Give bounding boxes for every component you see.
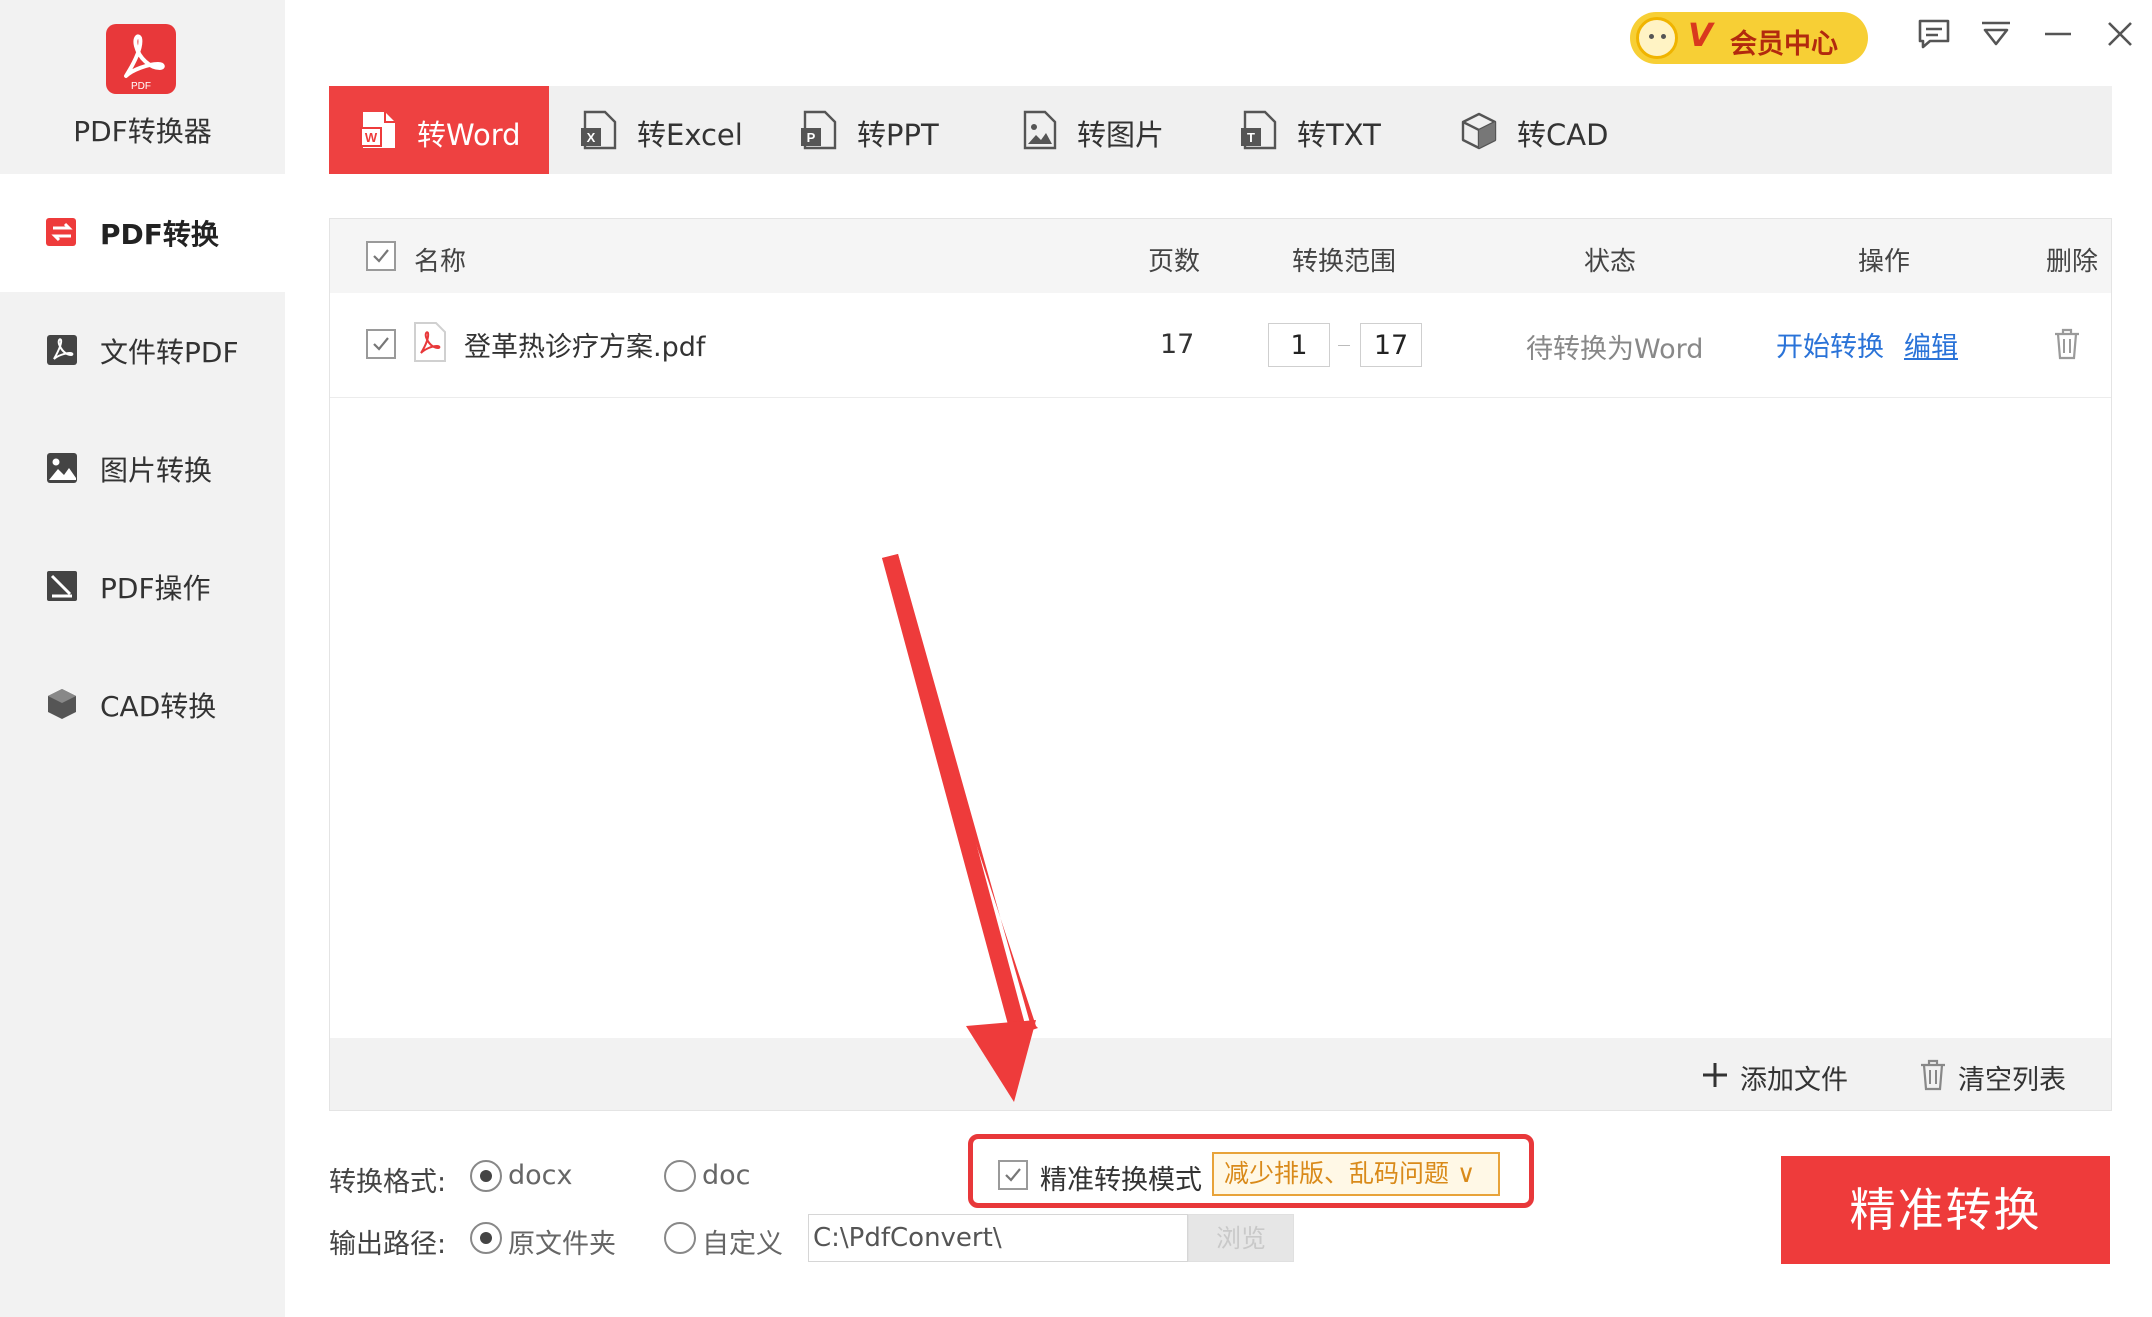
message-icon[interactable] (1914, 14, 1954, 54)
header-delete: 删除 (2046, 247, 2099, 277)
menu-icon[interactable] (1976, 14, 2016, 54)
header-name: 名称 (414, 247, 467, 277)
vip-letter: V (1688, 16, 1713, 54)
tab-to-excel[interactable]: X 转Excel (549, 86, 769, 174)
sidebar-item-cad-convert[interactable]: CAD转换 (0, 646, 285, 764)
select-all-checkbox[interactable] (366, 241, 396, 271)
svg-text:P: P (807, 130, 816, 145)
svg-text:X: X (587, 130, 596, 145)
convert-icon (46, 218, 76, 246)
ppt-icon: P (801, 110, 837, 150)
clear-list-label: 清空列表 (1958, 1065, 2066, 1096)
minimize-icon[interactable] (2038, 14, 2078, 54)
sidebar-item-label: PDF操作 (100, 572, 211, 605)
cad-icon (1461, 112, 1497, 150)
close-icon[interactable] (2100, 14, 2140, 54)
cube-icon (48, 689, 76, 719)
file-panel-footer: 添加文件 清空列表 (330, 1038, 2111, 1110)
image-icon (47, 453, 77, 483)
tab-label: 转图片 (1077, 118, 1165, 152)
sidebar-item-pdf-convert[interactable]: PDF转换 (0, 174, 285, 292)
trash-icon[interactable] (2052, 327, 2082, 361)
precise-mode-dropdown[interactable]: 减少排版、乱码问题 ∨ (1212, 1152, 1500, 1196)
sidebar-item-label: 文件转PDF (100, 336, 239, 369)
word-icon: W (360, 112, 395, 148)
table-row: 登革热诊疗方案.pdf 17 1 17 待转换为Word 开始转换 编辑 (330, 293, 2111, 398)
row-checkbox[interactable] (366, 329, 396, 359)
range-separator (1338, 345, 1350, 346)
pdf-icon (47, 335, 77, 365)
output-path-label: 输出路径: (329, 1229, 447, 1260)
output-source-folder-radio[interactable] (470, 1222, 502, 1254)
tab-label: 转Word (417, 118, 521, 152)
image-icon (1023, 110, 1057, 150)
tab-label: 转PPT (857, 118, 939, 152)
trash-icon (1921, 1059, 1945, 1091)
file-name: 登革热诊疗方案.pdf (464, 332, 706, 363)
file-pages: 17 (1160, 329, 1195, 360)
format-doc-label[interactable]: doc (702, 1160, 751, 1191)
edit-icon (47, 571, 77, 601)
browse-button[interactable]: 浏览 (1188, 1214, 1294, 1262)
range-from-input[interactable]: 1 (1268, 323, 1330, 367)
checkmark-icon (373, 337, 389, 351)
sidebar: PDF PDF转换器 PDF转换 文件转PDF 图片转换 PDF操作 CAD转换 (0, 0, 285, 1317)
output-custom-radio[interactable] (664, 1222, 696, 1254)
vip-avatar-icon (1636, 17, 1678, 59)
conversion-tab-bar: W 转Word X 转Excel P 转PPT 转图片 T 转TXT 转CAD (329, 86, 2112, 174)
format-doc-radio[interactable] (664, 1160, 696, 1192)
tab-to-ppt[interactable]: P 转PPT (769, 86, 989, 174)
start-convert-link[interactable]: 开始转换 (1776, 325, 1884, 364)
sidebar-item-label: CAD转换 (100, 690, 217, 723)
tab-to-cad[interactable]: 转CAD (1429, 86, 1649, 174)
output-path-input[interactable]: C:\PdfConvert\ (808, 1214, 1188, 1262)
app-name: PDF转换器 (73, 115, 212, 148)
add-file-button[interactable]: 添加文件 (1700, 1038, 1880, 1110)
tab-label: 转CAD (1517, 118, 1609, 152)
header-action: 操作 (1858, 247, 1911, 277)
precise-mode-label[interactable]: 精准转换模式 (1040, 1158, 1202, 1197)
clear-list-button[interactable]: 清空列表 (1918, 1038, 2098, 1110)
tab-label: 转TXT (1297, 118, 1381, 152)
file-list-panel: 名称 页数 转换范围 状态 操作 删除 登革热诊疗方案.pdf 17 1 17 … (329, 218, 2112, 1111)
tab-to-word[interactable]: W 转Word (329, 86, 549, 174)
svg-text:T: T (1247, 130, 1255, 145)
format-docx-label[interactable]: docx (508, 1160, 572, 1191)
edit-link[interactable]: 编辑 (1904, 325, 1958, 364)
precise-mode-checkbox[interactable] (998, 1160, 1028, 1190)
format-label: 转换格式: (329, 1167, 447, 1198)
sidebar-item-label: 图片转换 (100, 454, 213, 487)
output-source-folder-label[interactable]: 原文件夹 (508, 1222, 616, 1261)
file-status: 待转换为Word (1526, 334, 1704, 365)
sidebar-item-file-to-pdf[interactable]: 文件转PDF (0, 292, 285, 410)
tab-to-image[interactable]: 转图片 (989, 86, 1209, 174)
svg-text:PDF: PDF (131, 81, 151, 92)
plus-icon (1703, 1063, 1727, 1087)
precise-convert-button[interactable]: 精准转换 (1781, 1156, 2110, 1264)
format-docx-radio[interactable] (470, 1160, 502, 1192)
header-pages: 页数 (1148, 247, 1201, 277)
svg-text:W: W (365, 130, 378, 145)
table-header: 名称 页数 转换范围 状态 操作 删除 (330, 219, 2111, 293)
sidebar-item-label: PDF转换 (100, 218, 219, 251)
header-status: 状态 (1584, 247, 1637, 277)
add-file-label: 添加文件 (1740, 1065, 1848, 1096)
annotation-arrow (882, 554, 1038, 1102)
vip-center-button[interactable]: V 会员中心 (1630, 12, 1868, 64)
sidebar-item-image-convert[interactable]: 图片转换 (0, 410, 285, 528)
tab-label: 转Excel (637, 118, 743, 152)
txt-icon: T (1241, 110, 1277, 150)
header-range: 转换范围 (1292, 247, 1397, 277)
vip-label: 会员中心 (1730, 29, 1838, 60)
range-to-input[interactable]: 17 (1360, 323, 1422, 367)
tab-to-txt[interactable]: T 转TXT (1209, 86, 1429, 174)
pdf-logo-icon: PDF (124, 34, 165, 92)
pdf-file-icon (414, 322, 446, 362)
checkmark-icon (1005, 1168, 1021, 1182)
app-logo: PDF (106, 24, 176, 94)
sidebar-item-pdf-operate[interactable]: PDF操作 (0, 528, 285, 646)
output-custom-label[interactable]: 自定义 (702, 1222, 783, 1261)
checkmark-icon (373, 249, 389, 263)
excel-icon: X (581, 110, 617, 150)
